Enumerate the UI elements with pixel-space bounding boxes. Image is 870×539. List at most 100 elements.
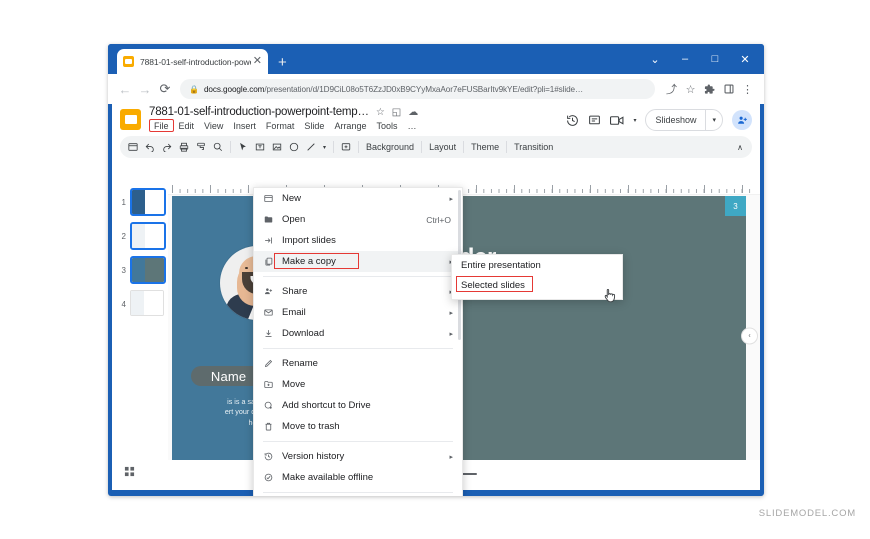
print-icon[interactable] [179, 142, 189, 152]
present-meet-icon[interactable] [610, 115, 624, 126]
slide-filmstrip[interactable]: 1 2 3 4 [112, 182, 168, 490]
slide-thumbnail-2[interactable] [130, 222, 166, 250]
collapse-panel-button[interactable]: ‹ [741, 327, 758, 345]
select-cursor-icon[interactable] [238, 142, 248, 152]
slideshow-button[interactable]: Slideshow ▾ [645, 109, 723, 131]
menu-item-rename[interactable]: Rename [254, 353, 462, 374]
side-panel-icon[interactable] [720, 81, 737, 98]
menu-item-version-history[interactable]: Version history ▸ [254, 446, 462, 467]
menu-item-download[interactable]: Download ▸ [254, 323, 462, 344]
list-item[interactable]: 4 [112, 290, 168, 316]
person-add-icon [264, 287, 279, 296]
thumb-right-panel [145, 224, 164, 248]
tab-search-chevron-icon[interactable]: ⌄ [640, 44, 670, 74]
theme-button[interactable]: Theme [471, 142, 499, 152]
trash-icon [264, 422, 279, 431]
toolbar-divider-2 [333, 141, 335, 153]
back-icon[interactable]: ← [116, 80, 134, 98]
browser-titlebar: 7881-01-self-introduction-powe ✕ + ⌄ – □… [108, 44, 764, 74]
menu-item-share[interactable]: Share ▸ [254, 281, 462, 302]
close-window-button[interactable]: ✕ [730, 44, 760, 74]
slide-thumbnail-1[interactable] [130, 188, 166, 216]
star-icon[interactable]: ☆ [376, 107, 385, 118]
file-menu-dropdown[interactable]: New ▸ Open Ctrl+O Import slides Make a c… [253, 187, 463, 496]
menu-item-label: Import slides [282, 235, 336, 246]
move-to-folder-icon[interactable]: ◱ [392, 107, 401, 118]
zoom-icon[interactable] [213, 142, 223, 152]
layout-button[interactable]: Layout [429, 142, 456, 152]
list-item[interactable]: 2 [112, 222, 168, 250]
document-title-row: 7881-01-self-introduction-powerpoint-tem… [149, 106, 421, 118]
minimize-button[interactable]: – [670, 44, 700, 74]
add-comment-icon[interactable] [341, 142, 351, 152]
transition-button[interactable]: Transition [514, 142, 553, 152]
address-bar[interactable]: 🔒 docs.google.com/presentation/d/1D9CiL0… [180, 79, 655, 99]
slide-thumbnail-3[interactable] [130, 256, 166, 284]
extensions-puzzle-icon[interactable] [701, 81, 718, 98]
submenu-arrow-icon: ▸ [449, 309, 453, 317]
shape-icon[interactable] [289, 142, 299, 152]
share-icon[interactable]: ⤴ [663, 81, 680, 98]
tab-close-icon[interactable]: ✕ [253, 56, 262, 67]
insert-image-icon[interactable] [272, 142, 282, 152]
menu-edit[interactable]: Edit [174, 120, 200, 132]
thumb-right-panel [144, 291, 163, 315]
menu-view[interactable]: View [199, 120, 228, 132]
menu-item-new[interactable]: New ▸ [254, 188, 462, 209]
list-item[interactable]: 1 [112, 188, 168, 216]
new-slide-icon[interactable] [128, 142, 138, 152]
reload-icon[interactable]: ⟳ [156, 80, 174, 98]
menu-item-move[interactable]: Move [254, 374, 462, 395]
grid-view-icon[interactable] [124, 466, 135, 480]
menu-item-add-shortcut-to-drive[interactable]: Add shortcut to Drive [254, 395, 462, 416]
submenu-item-entire-presentation[interactable]: Entire presentation [452, 255, 622, 275]
comment-icon[interactable] [588, 114, 601, 127]
move-icon [264, 380, 279, 389]
menu-item-label: Make available offline [282, 472, 374, 483]
line-icon[interactable] [306, 142, 316, 152]
maximize-button[interactable]: □ [700, 44, 730, 74]
new-tab-button[interactable]: + [278, 55, 287, 70]
meet-caret-icon[interactable]: ▾ [633, 117, 636, 124]
menu-slide[interactable]: Slide [299, 120, 329, 132]
menu-item-label: New [282, 193, 302, 204]
slideshow-caret-icon[interactable]: ▾ [706, 116, 722, 124]
menu-item-import-slides[interactable]: Import slides [254, 230, 462, 251]
thumb-number: 3 [121, 266, 126, 275]
menu-divider [263, 348, 453, 349]
textbox-icon[interactable] [255, 142, 265, 152]
menu-item-make-available-offline[interactable]: Make available offline [254, 467, 462, 488]
line-caret-icon[interactable]: ▾ [323, 144, 326, 151]
menu-file[interactable]: File [149, 119, 174, 132]
cloud-saved-icon[interactable]: ☁ [408, 107, 418, 118]
make-a-copy-submenu[interactable]: Entire presentation Selected slides [451, 254, 623, 300]
menu-item-email[interactable]: Email ▸ [254, 302, 462, 323]
paint-format-icon[interactable] [196, 142, 206, 152]
submenu-item-selected-slides[interactable]: Selected slides [452, 275, 622, 295]
menu-insert[interactable]: Insert [228, 120, 261, 132]
menu-item-open[interactable]: Open Ctrl+O [254, 209, 462, 230]
menu-item-make-a-copy[interactable]: Make a copy ▸ [254, 251, 462, 272]
bookmark-star-icon[interactable]: ☆ [682, 81, 699, 98]
browser-tab[interactable]: 7881-01-self-introduction-powe ✕ [117, 49, 268, 74]
list-item[interactable]: 3 [112, 256, 168, 284]
menu-tools[interactable]: Tools [371, 120, 402, 132]
version-history-icon[interactable] [566, 114, 579, 127]
slide-thumbnail-4[interactable] [130, 290, 164, 316]
header-actions: ▾ Slideshow ▾ [566, 109, 752, 131]
document-title[interactable]: 7881-01-self-introduction-powerpoint-tem… [149, 106, 369, 118]
menu-overflow[interactable]: … [402, 120, 421, 132]
background-button[interactable]: Background [366, 142, 414, 152]
forward-icon[interactable]: → [136, 80, 154, 98]
menu-divider [263, 492, 453, 493]
share-button[interactable] [732, 110, 752, 130]
menu-item-label: Version history [282, 451, 345, 462]
menu-arrange[interactable]: Arrange [329, 120, 371, 132]
collapse-toolbar-icon[interactable]: ∧ [737, 143, 743, 152]
menu-item-move-to-trash[interactable]: Move to trash [254, 416, 462, 437]
redo-icon[interactable] [162, 142, 172, 152]
undo-icon[interactable] [145, 142, 155, 152]
browser-menu-icon[interactable]: ⋮ [739, 81, 756, 98]
url-text: docs.google.com/presentation/d/1D9CiL08o… [204, 85, 583, 94]
menu-format[interactable]: Format [261, 120, 300, 132]
